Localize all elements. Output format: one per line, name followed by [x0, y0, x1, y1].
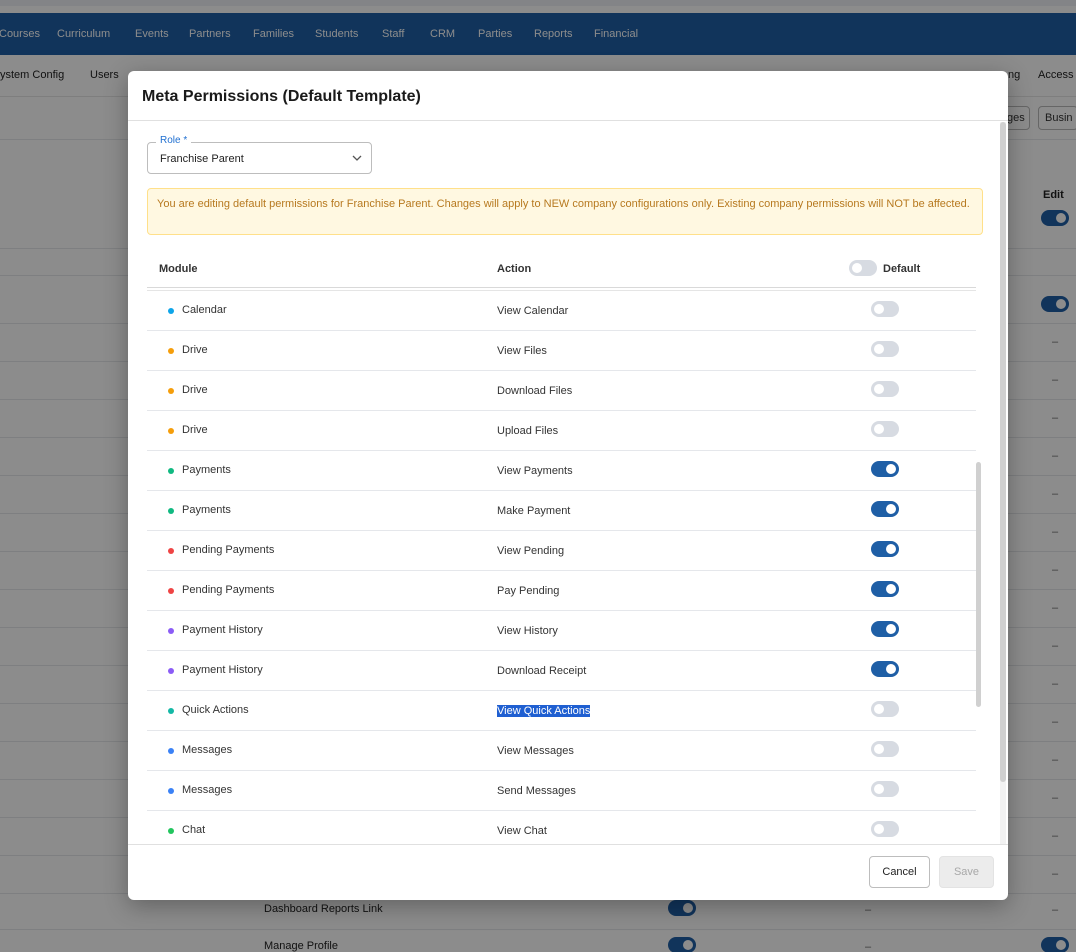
- role-select[interactable]: Role * Franchise Parent: [147, 135, 372, 174]
- dialog-footer: Cancel Save: [128, 844, 1008, 900]
- action-name: View Calendar: [497, 305, 569, 317]
- dialog-scrollbar[interactable]: [1000, 122, 1006, 782]
- module-color-dot: [168, 508, 174, 514]
- action-name: Pay Pending: [497, 585, 560, 597]
- module-color-dot: [168, 428, 174, 434]
- permission-row: Pending Payments View Pending: [147, 531, 976, 571]
- permission-row: Calendar View Calendar: [147, 291, 976, 331]
- permission-toggle[interactable]: [871, 301, 899, 317]
- dialog-body: Role * Franchise Parent You are editing …: [128, 122, 1008, 844]
- module-name: Drive: [182, 424, 208, 436]
- action-name: Upload Files: [497, 425, 559, 437]
- permission-toggle[interactable]: [871, 541, 899, 557]
- module-name: Drive: [182, 344, 208, 356]
- permission-row: Payments Make Payment: [147, 491, 976, 531]
- permission-row: Payments View Payments: [147, 451, 976, 491]
- permission-row: Payment History Download Receipt: [147, 651, 976, 691]
- module-name: Payment History: [182, 664, 263, 676]
- action-name: View Quick Actions: [497, 705, 591, 717]
- header-divider: [147, 287, 976, 288]
- permission-row: Chat View Chat: [147, 811, 976, 844]
- permission-toggle[interactable]: [871, 461, 899, 477]
- column-module: Module: [159, 263, 198, 275]
- module-name: Drive: [182, 384, 208, 396]
- module-color-dot: [168, 468, 174, 474]
- module-color-dot: [168, 668, 174, 674]
- action-name: Send Messages: [497, 785, 576, 797]
- module-name: Chat: [182, 824, 206, 836]
- module-color-dot: [168, 548, 174, 554]
- permission-toggle[interactable]: [871, 381, 899, 397]
- permission-row: Quick Actions View Quick Actions: [147, 691, 976, 731]
- permission-toggle[interactable]: [871, 421, 899, 437]
- cancel-button[interactable]: Cancel: [869, 856, 930, 888]
- permission-toggle[interactable]: [871, 661, 899, 677]
- permission-toggle[interactable]: [871, 621, 899, 637]
- dialog-header: Meta Permissions (Default Template): [128, 71, 1008, 121]
- module-color-dot: [168, 348, 174, 354]
- warning-alert: You are editing default permissions for …: [147, 188, 983, 235]
- permissions-rows: Calendar View Calendar Drive View Files Driv…: [147, 290, 976, 844]
- module-name: Messages: [182, 744, 233, 756]
- permission-toggle[interactable]: [871, 741, 899, 757]
- module-color-dot: [168, 708, 174, 714]
- permission-row: Messages Send Messages: [147, 771, 976, 811]
- module-color-dot: [168, 388, 174, 394]
- module-color-dot: [168, 628, 174, 634]
- module-name: Quick Actions: [182, 704, 249, 716]
- action-name: View Chat: [497, 825, 547, 837]
- module-color-dot: [168, 788, 174, 794]
- action-name: Download Receipt: [497, 665, 587, 677]
- permission-row: Drive Upload Files: [147, 411, 976, 451]
- module-name: Payments: [182, 504, 231, 516]
- action-name: View History: [497, 625, 558, 637]
- table-scrollbar[interactable]: [976, 462, 981, 707]
- chevron-down-icon: [352, 155, 362, 161]
- module-color-dot: [168, 828, 174, 834]
- action-name: View Messages: [497, 745, 574, 757]
- permission-row: Payment History View History: [147, 611, 976, 651]
- role-label: Role *: [156, 135, 192, 146]
- role-value: Franchise Parent: [160, 153, 244, 165]
- permission-toggle[interactable]: [871, 821, 899, 837]
- meta-permissions-dialog: Meta Permissions (Default Template) Role…: [128, 71, 1008, 900]
- column-action: Action: [497, 263, 532, 275]
- default-all-toggle[interactable]: [849, 260, 877, 276]
- module-color-dot: [168, 308, 174, 314]
- module-name: Payment History: [182, 624, 263, 636]
- action-name: View Files: [497, 345, 547, 357]
- save-button[interactable]: Save: [939, 856, 994, 888]
- column-default: Default: [883, 263, 921, 275]
- action-name: Make Payment: [497, 505, 571, 517]
- permission-row: Messages View Messages: [147, 731, 976, 771]
- permissions-table-header: Module Action Default: [147, 254, 976, 290]
- permission-row: Pending Payments Pay Pending: [147, 571, 976, 611]
- action-name: Download Files: [497, 385, 573, 397]
- module-name: Pending Payments: [182, 584, 275, 596]
- permission-toggle[interactable]: [871, 581, 899, 597]
- module-color-dot: [168, 748, 174, 754]
- permission-toggle[interactable]: [871, 781, 899, 797]
- permission-toggle[interactable]: [871, 501, 899, 517]
- module-name: Pending Payments: [182, 544, 275, 556]
- dialog-title: Meta Permissions (Default Template): [142, 88, 421, 105]
- permission-row: Drive View Files: [147, 331, 976, 371]
- permission-toggle[interactable]: [871, 701, 899, 717]
- action-name: View Pending: [497, 545, 565, 557]
- permission-toggle[interactable]: [871, 341, 899, 357]
- module-color-dot: [168, 588, 174, 594]
- module-name: Messages: [182, 784, 233, 796]
- module-name: Calendar: [182, 304, 227, 316]
- permission-row: Drive Download Files: [147, 371, 976, 411]
- action-name: View Payments: [497, 465, 573, 477]
- module-name: Payments: [182, 464, 231, 476]
